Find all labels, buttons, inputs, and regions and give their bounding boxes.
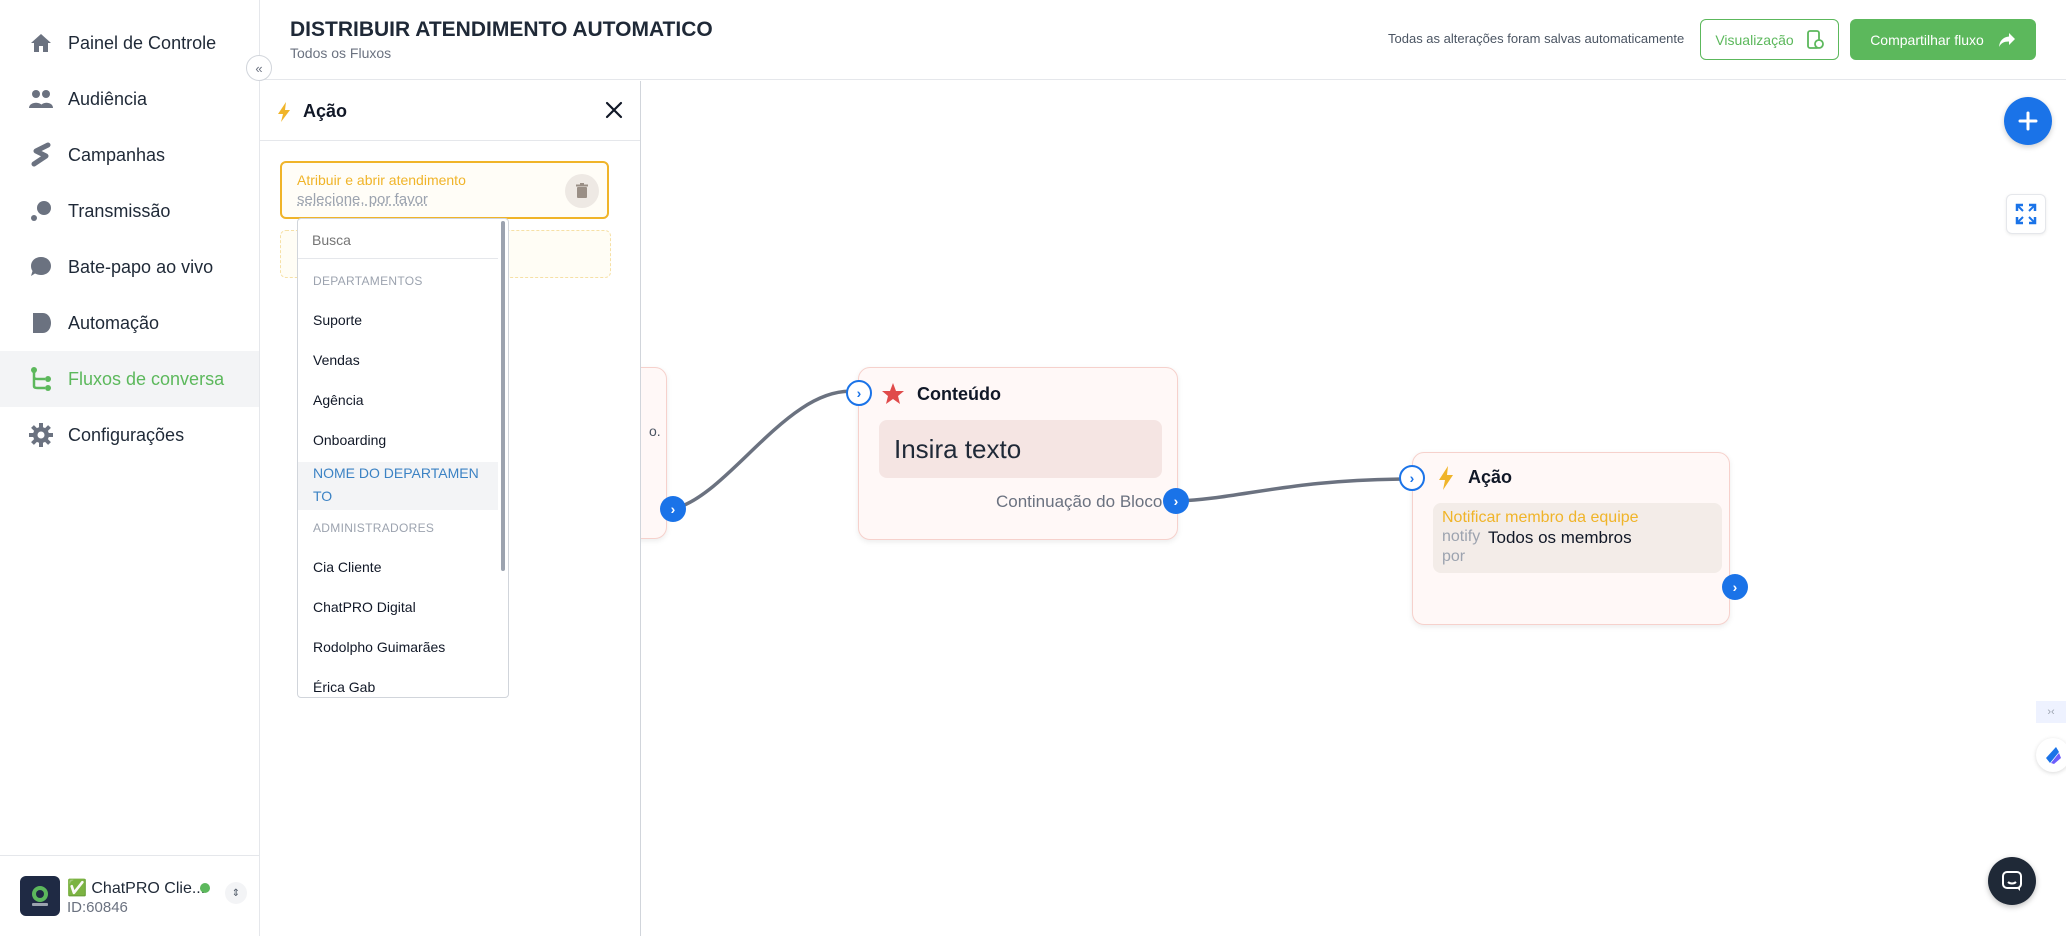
- share-flow-label: Compartilhar fluxo: [1870, 31, 1984, 48]
- sidebar-item-automation[interactable]: Automação: [0, 295, 259, 351]
- option-admin[interactable]: ChatPRO Digital: [313, 599, 416, 615]
- option-department[interactable]: Suporte: [313, 312, 362, 328]
- action-node-title: Ação: [1468, 467, 1513, 487]
- select-label: Atribuir e abrir atendimento: [297, 172, 466, 188]
- content-text-field[interactable]: Insira texto: [879, 420, 1162, 478]
- preview-button[interactable]: Visualização: [1700, 19, 1839, 60]
- plus-icon: [2018, 111, 2038, 131]
- select-placeholder: selecione, por favor: [297, 191, 428, 208]
- lightning-icon: [277, 101, 291, 123]
- dropdown-search-wrap: [298, 219, 498, 259]
- expand-icon: [2015, 203, 2037, 225]
- chat-icon: [2002, 871, 2022, 891]
- sidebar-item-broadcast[interactable]: Transmissão: [0, 183, 259, 239]
- fullscreen-button[interactable]: [2006, 194, 2046, 234]
- by-word: por: [1442, 548, 1466, 565]
- gear-icon: [28, 422, 54, 448]
- device-preview-icon: [1806, 29, 1824, 50]
- content-node[interactable]: Conteúdo Insira texto Continuação do Blo…: [858, 367, 1178, 540]
- action-detail-box[interactable]: Notificar membro da equipe notify Todos …: [1433, 503, 1722, 573]
- sidebar-item-audience[interactable]: Audiência: [0, 71, 259, 127]
- sidebar-item-live-chat[interactable]: Bate-papo ao vivo: [0, 239, 259, 295]
- trash-icon: [576, 183, 588, 198]
- sidebar: Painel de Controle Audiência Campanhas T…: [0, 0, 260, 936]
- action-node-output-port[interactable]: ›: [1722, 574, 1748, 600]
- star-icon: [881, 382, 905, 406]
- sidebar-item-label: Campanhas: [68, 144, 166, 165]
- group-header-departments: DEPARTAMENTOS: [313, 274, 423, 288]
- dropdown-scrollbar[interactable]: [501, 221, 505, 571]
- continuation-label: Continuação do Bloco: [996, 492, 1163, 511]
- sidebar-item-campaigns[interactable]: Campanhas: [0, 127, 259, 183]
- share-flow-button[interactable]: Compartilhar fluxo: [1850, 19, 2036, 60]
- action-node-input-port[interactable]: ›: [1399, 465, 1425, 491]
- flow-icon: [28, 366, 54, 392]
- action-node[interactable]: Ação Notificar membro da equipe notify T…: [1412, 452, 1730, 625]
- option-department[interactable]: Agência: [313, 392, 364, 408]
- sidebar-item-label: Bate-papo ao vivo: [68, 256, 214, 277]
- partial-node-output-port[interactable]: ›: [660, 496, 686, 522]
- account-id: ID:60846: [67, 899, 128, 916]
- option-label-line2: TO: [313, 488, 333, 504]
- sidebar-item-conversation-flows[interactable]: Fluxos de conversa: [0, 351, 259, 407]
- collapse-sidebar-button[interactable]: «: [246, 55, 272, 81]
- broadcast-icon: [28, 198, 54, 224]
- action-label: Notificar membro da equipe: [1442, 509, 1639, 526]
- users-icon: [28, 86, 54, 112]
- page-title: DISTRIBUIR ATENDIMENTO AUTOMATICO: [290, 18, 713, 41]
- online-status-dot: [200, 883, 210, 893]
- option-department-highlighted[interactable]: NOME DO DEPARTAMEN TO: [298, 462, 498, 510]
- close-icon: [605, 101, 623, 119]
- save-status: Todas as alterações foram salvas automat…: [1388, 31, 1685, 46]
- play-icon: [28, 310, 54, 336]
- sidebar-item-settings[interactable]: Configurações: [0, 407, 259, 463]
- add-block-button[interactable]: [2004, 97, 2052, 145]
- campaign-icon: [28, 142, 54, 168]
- group-header-admins: ADMINISTRADORES: [313, 521, 435, 535]
- panel-title: Ação: [303, 101, 348, 121]
- option-admin[interactable]: Érica Gab: [313, 679, 375, 695]
- assistant-widget-button[interactable]: [2036, 738, 2066, 772]
- account-name: ✅ ChatPRO Clie...: [67, 880, 206, 897]
- minimize-widget-icon[interactable]: ›‹: [2036, 701, 2066, 723]
- select-dropdown: DEPARTAMENTOS Suporte Vendas Agência Onb…: [297, 218, 509, 698]
- partial-node-text: o.: [649, 423, 661, 439]
- support-chat-button[interactable]: [1988, 857, 2036, 905]
- sidebar-item-label: Painel de Controle: [68, 32, 217, 53]
- header: DISTRIBUIR ATENDIMENTO AUTOMATICO Todos …: [260, 0, 2066, 80]
- content-text: Insira texto: [894, 434, 1022, 464]
- chat-bubble-icon: [28, 254, 54, 280]
- option-admin[interactable]: Cia Cliente: [313, 559, 381, 575]
- assign-action-select[interactable]: Atribuir e abrir atendimento selecione, …: [280, 161, 609, 219]
- home-icon: [28, 30, 54, 56]
- share-arrow-icon: [1998, 32, 2016, 48]
- sidebar-item-dashboard[interactable]: Painel de Controle: [0, 15, 259, 71]
- lightning-icon: [1437, 465, 1455, 491]
- action-editor-panel: Ação Atribuir e abrir atendimento seleci…: [260, 81, 641, 936]
- sidebar-item-label: Fluxos de conversa: [68, 368, 225, 389]
- avatar: [20, 876, 60, 916]
- account-switcher[interactable]: ✅ ChatPRO Clie... ID:60846 ⇕: [0, 855, 259, 936]
- content-node-input-port[interactable]: ›: [846, 380, 872, 406]
- preview-label: Visualização: [1715, 31, 1794, 48]
- close-button[interactable]: [602, 98, 626, 122]
- assistant-logo-icon: [2046, 747, 2061, 764]
- breadcrumb[interactable]: Todos os Fluxos: [290, 45, 391, 61]
- content-node-output-port[interactable]: ›: [1163, 488, 1189, 514]
- notify-value: Todos os membros: [1488, 528, 1632, 547]
- sidebar-item-label: Configurações: [68, 424, 185, 445]
- option-department[interactable]: Vendas: [313, 352, 360, 368]
- sidebar-item-label: Transmissão: [68, 200, 171, 221]
- sidebar-item-label: Audiência: [68, 88, 148, 109]
- panel-header: Ação: [260, 81, 640, 141]
- option-label-line1: NOME DO DEPARTAMEN: [313, 465, 479, 481]
- delete-action-button[interactable]: [565, 174, 599, 208]
- option-admin[interactable]: Rodolpho Guimarães: [313, 639, 445, 655]
- sidebar-item-label: Automação: [68, 312, 160, 333]
- expand-collapse-icon[interactable]: ⇕: [225, 882, 247, 904]
- notify-word: notify: [1442, 528, 1481, 545]
- content-node-title: Conteúdo: [917, 384, 1001, 404]
- search-input[interactable]: [312, 229, 492, 251]
- option-department[interactable]: Onboarding: [313, 432, 386, 448]
